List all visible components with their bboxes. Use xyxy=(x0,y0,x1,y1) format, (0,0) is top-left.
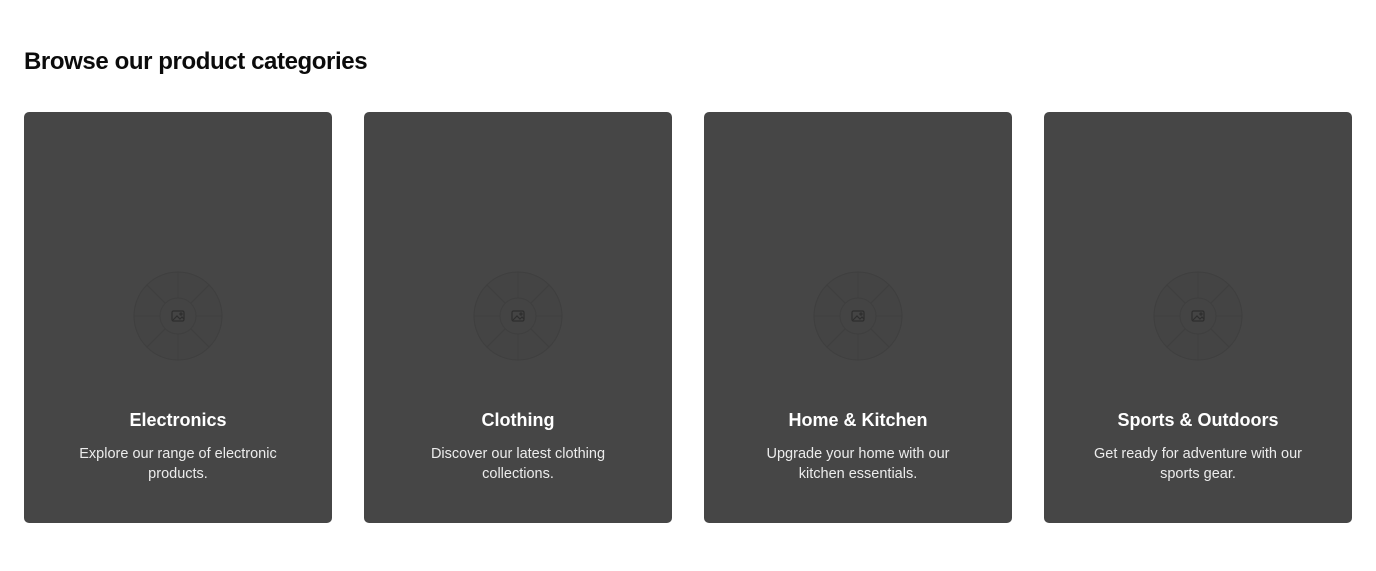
category-card-home-kitchen[interactable]: Home & Kitchen Upgrade your home with ou… xyxy=(704,112,1012,523)
category-description: Discover our latest clothing collections… xyxy=(430,446,606,482)
category-title: Home & Kitchen xyxy=(788,410,928,430)
section-title: Browse our product categories xyxy=(24,48,368,75)
category-description: Get ready for adventure with our sports … xyxy=(1094,446,1302,482)
image-placeholder-icon xyxy=(1153,271,1243,361)
category-description: Explore our range of electronic products… xyxy=(79,446,277,482)
category-card-sports-outdoors[interactable]: Sports & Outdoors Get ready for adventur… xyxy=(1044,112,1352,523)
category-card-clothing[interactable]: Clothing Discover our latest clothing co… xyxy=(364,112,672,523)
image-placeholder-icon xyxy=(133,271,223,361)
category-card-electronics[interactable]: Electronics Explore our range of electro… xyxy=(24,112,332,523)
category-title: Electronics xyxy=(129,410,227,430)
categories-section: Browse our product categories Electronic… xyxy=(0,0,1376,571)
image-placeholder-icon xyxy=(473,271,563,361)
category-grid: Electronics Explore our range of electro… xyxy=(24,112,1352,523)
image-placeholder-icon xyxy=(813,271,903,361)
category-title: Sports & Outdoors xyxy=(1117,410,1279,430)
category-description: Upgrade your home with our kitchen essen… xyxy=(766,446,950,482)
category-title: Clothing xyxy=(481,410,555,430)
